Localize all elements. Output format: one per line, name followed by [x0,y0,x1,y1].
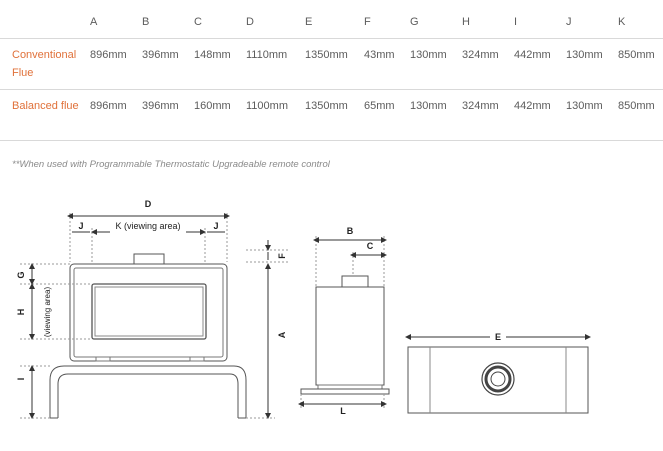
col-header-h: H [462,16,470,28]
cell-b: 396mm [142,49,179,61]
top-view [405,334,591,414]
cell-k: 850mm [618,49,655,61]
table-row-balanced-flue: Balanced flue 896mm 396mm 160mm 1100mm 1… [0,89,663,141]
col-header-d: D [246,16,254,28]
row-label: Balanced flue [12,100,79,112]
cell-h: 324mm [462,100,499,112]
cell-c: 160mm [194,100,231,112]
label-g: G [16,271,26,278]
stove-dimension-diagram: D J K (viewing area) J F A G H (viewing … [16,199,591,419]
cell-j: 130mm [566,49,603,61]
label-k: K (viewing area) [115,221,180,231]
label-d: D [145,199,152,209]
row-label: Conventional Flue [12,49,77,79]
footnote: **When used with Programmable Thermostat… [12,159,330,170]
cell-e: 1350mm [305,49,348,61]
table-row-conventional-flue: Conventional Flue 896mm 396mm 148mm 1110… [0,38,663,89]
cell-k: 850mm [618,100,655,112]
col-header-i: I [514,16,518,28]
table-header-row: A B C D E F G H I J K [0,8,663,38]
col-header-f: F [364,16,371,28]
cell-b: 396mm [142,100,179,112]
cell-a: 896mm [90,100,127,112]
label-h-note: (viewing area) [43,287,52,338]
cell-f: 65mm [364,100,395,112]
cell-h: 324mm [462,49,499,61]
col-header-e: E [305,16,313,28]
col-header-a: A [90,16,98,28]
cell-d: 1110mm [246,49,288,61]
side-view [298,236,390,408]
label-b: B [347,226,354,236]
label-f: F [277,253,287,259]
label-l: L [340,406,346,416]
cell-c: 148mm [194,49,231,61]
cell-e: 1350mm [305,100,348,112]
cell-d: 1100mm [246,100,288,112]
cell-g: 130mm [410,49,447,61]
cell-g: 130mm [410,100,447,112]
col-header-j: J [566,16,572,28]
cell-f: 43mm [364,49,395,61]
label-a: A [277,331,287,338]
cell-a: 896mm [90,49,127,61]
cell-i: 442mm [514,49,551,61]
col-header-k: K [618,16,626,28]
label-i: I [16,378,26,381]
label-j-left: J [78,221,83,231]
label-j-right: J [213,221,218,231]
front-view [20,213,290,419]
label-h: H [16,309,26,316]
col-header-c: C [194,16,202,28]
cell-i: 442mm [514,100,551,112]
label-c: C [367,241,374,251]
col-header-g: G [410,16,419,28]
cell-j: 130mm [566,100,603,112]
label-e: E [495,332,501,342]
col-header-b: B [142,16,150,28]
